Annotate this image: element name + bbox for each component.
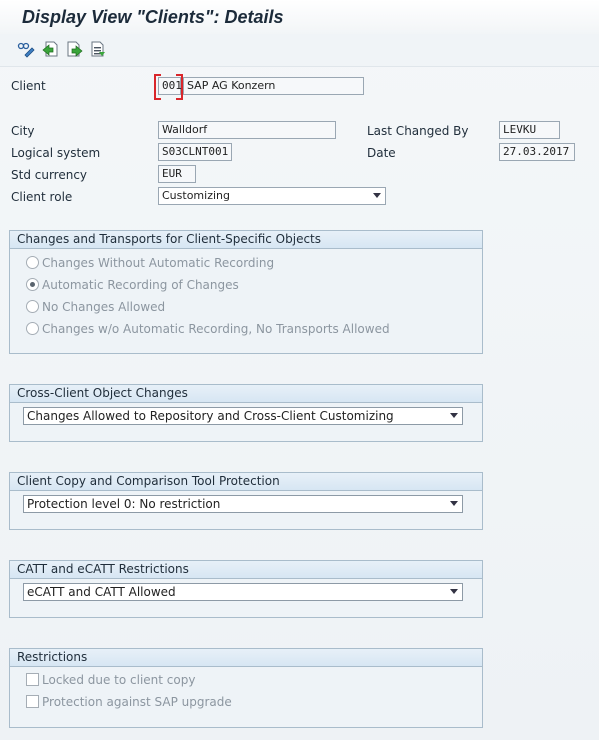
last-changed-by-label: Last Changed By — [367, 124, 469, 138]
dropdown-arrow-icon — [373, 193, 381, 198]
copy-protection-select[interactable]: Protection level 0: No restriction — [23, 495, 463, 513]
dropdown-arrow-icon — [450, 413, 458, 418]
catt-select[interactable]: eCATT and CATT Allowed — [23, 583, 463, 601]
cross-client-title: Cross-Client Object Changes — [10, 385, 482, 403]
display-change-button[interactable] — [17, 40, 35, 58]
radio-changes-without-recording[interactable]: Changes Without Automatic Recording — [26, 256, 274, 272]
cross-client-group: Cross-Client Object Changes Changes Allo… — [9, 384, 483, 442]
catt-value: eCATT and CATT Allowed — [27, 585, 176, 599]
checkbox-icon — [26, 695, 39, 708]
client-field[interactable]: 001 — [158, 77, 182, 95]
city-label: City — [11, 124, 35, 138]
logical-system-label: Logical system — [11, 146, 101, 160]
changes-transports-title: Changes and Transports for Client-Specif… — [10, 231, 482, 249]
client-role-select[interactable]: Customizing — [158, 187, 386, 205]
radio-selected-icon — [26, 278, 39, 291]
cross-client-select[interactable]: Changes Allowed to Repository and Cross-… — [23, 407, 463, 425]
radio-label: Changes w/o Automatic Recording, No Tran… — [42, 322, 390, 336]
title-bar: Display View "Clients": Details — [0, 0, 599, 34]
previous-entry-button[interactable] — [41, 40, 59, 58]
catt-title: CATT and eCATT Restrictions — [10, 561, 482, 579]
changes-transports-group: Changes and Transports for Client-Specif… — [9, 230, 483, 354]
radio-icon — [26, 322, 39, 335]
radio-no-changes-allowed[interactable]: No Changes Allowed — [26, 300, 165, 316]
radio-label: No Changes Allowed — [42, 300, 166, 314]
checkbox-icon — [26, 673, 39, 686]
copy-protection-group: Client Copy and Comparison Tool Protecti… — [9, 472, 483, 530]
checkbox-locked-client-copy[interactable]: Locked due to client copy — [26, 673, 195, 689]
page: Display View "Clients": Details Client 0… — [0, 0, 599, 740]
client-label: Client — [11, 79, 46, 93]
restrictions-group: Restrictions Locked due to client copy P… — [9, 648, 483, 728]
radio-label: Changes Without Automatic Recording — [42, 256, 275, 270]
std-currency-label: Std currency — [11, 168, 88, 182]
checkbox-protection-upgrade[interactable]: Protection against SAP upgrade — [26, 695, 232, 711]
client-name-field[interactable]: SAP AG Konzern — [183, 77, 364, 95]
checkbox-label: Locked due to client copy — [42, 673, 196, 687]
variable-list-button[interactable] — [89, 40, 107, 58]
catt-group: CATT and eCATT Restrictions eCATT and CA… — [9, 560, 483, 618]
client-role-value: Customizing — [162, 189, 230, 202]
next-entry-button[interactable] — [65, 40, 83, 58]
application-toolbar — [0, 34, 599, 67]
std-currency-field[interactable]: EUR — [158, 165, 196, 183]
dropdown-arrow-icon — [450, 501, 458, 506]
date-field[interactable]: 27.03.2017 — [499, 143, 575, 161]
radio-icon — [26, 300, 39, 313]
previous-entry-icon — [42, 41, 58, 57]
city-field[interactable]: Walldorf — [158, 121, 336, 139]
copy-protection-title: Client Copy and Comparison Tool Protecti… — [10, 473, 482, 491]
restrictions-title: Restrictions — [10, 649, 482, 667]
radio-icon — [26, 256, 39, 269]
date-label: Date — [367, 146, 396, 160]
page-title: Display View "Clients": Details — [22, 7, 284, 27]
radio-label: Automatic Recording of Changes — [42, 278, 239, 292]
checkbox-label: Protection against SAP upgrade — [42, 695, 232, 709]
display-change-icon — [17, 42, 35, 58]
variable-list-icon — [91, 41, 105, 57]
cross-client-value: Changes Allowed to Repository and Cross-… — [27, 409, 394, 423]
logical-system-field[interactable]: S03CLNT001 — [158, 143, 232, 161]
copy-protection-value: Protection level 0: No restriction — [27, 497, 221, 511]
next-entry-icon — [67, 41, 83, 57]
last-changed-by-field[interactable]: LEVKU — [499, 121, 560, 139]
radio-automatic-recording[interactable]: Automatic Recording of Changes — [26, 278, 239, 294]
radio-no-transports-allowed[interactable]: Changes w/o Automatic Recording, No Tran… — [26, 322, 390, 338]
dropdown-arrow-icon — [450, 589, 458, 594]
client-role-label: Client role — [11, 190, 73, 204]
